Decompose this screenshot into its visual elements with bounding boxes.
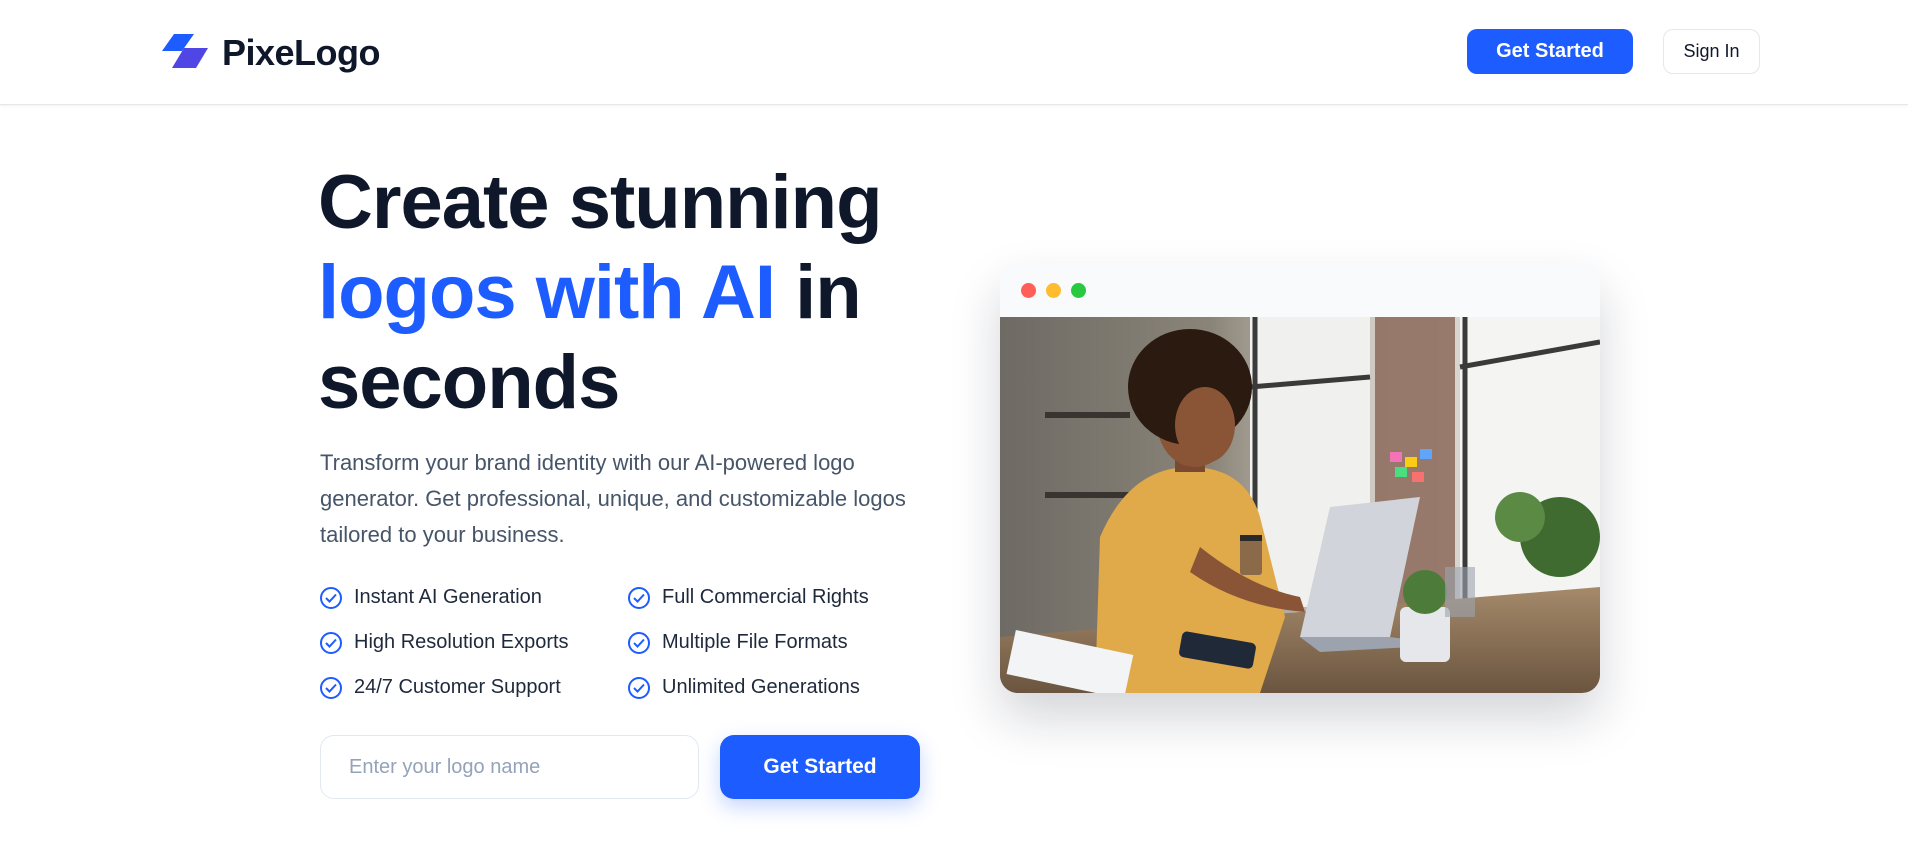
browser-titlebar: [1000, 263, 1600, 317]
check-circle-icon: [628, 631, 650, 654]
feature-item: Full Commercial Rights: [628, 582, 928, 613]
feature-item: Instant AI Generation: [320, 582, 628, 613]
brand-name: PixeLogo: [222, 32, 381, 73]
brand-logo[interactable]: PixeLogo: [160, 32, 381, 74]
feature-item: Unlimited Generations: [628, 672, 928, 703]
site-header: PixeLogo Get Started Sign In: [0, 0, 1908, 105]
hero-headline: Create stunning logos with AI in seconds: [318, 158, 918, 428]
woman-laptop-photo: [1000, 317, 1600, 693]
check-circle-icon: [320, 676, 342, 699]
check-circle-icon: [628, 586, 650, 609]
window-minimize-dot: [1046, 283, 1061, 298]
headline-part3: seconds: [318, 340, 620, 425]
feature-list: Instant AI Generation Full Commercial Ri…: [320, 582, 940, 703]
feature-label: Unlimited Generations: [662, 676, 860, 698]
feature-label: 24/7 Customer Support: [354, 676, 561, 698]
check-circle-icon: [320, 631, 342, 654]
hero-subtext: Transform your brand identity with our A…: [320, 450, 906, 547]
feature-label: High Resolution Exports: [354, 631, 569, 653]
logo-name-input[interactable]: [320, 735, 699, 799]
logo-mark-icon: [160, 34, 210, 72]
header-get-started-button[interactable]: Get Started: [1467, 29, 1633, 74]
feature-label: Instant AI Generation: [354, 586, 542, 608]
check-circle-icon: [320, 586, 342, 609]
headline-part2: in: [775, 250, 862, 335]
feature-item: Multiple File Formats: [628, 627, 928, 658]
check-circle-icon: [628, 676, 650, 699]
sign-in-button[interactable]: Sign In: [1663, 29, 1760, 74]
headline-accent: logos with AI: [318, 250, 776, 335]
hero-get-started-button[interactable]: Get Started: [720, 735, 920, 799]
feature-item: High Resolution Exports: [320, 627, 628, 658]
browser-mockup: [1000, 263, 1600, 693]
feature-item: 24/7 Customer Support: [320, 672, 628, 703]
feature-label: Multiple File Formats: [662, 631, 848, 653]
feature-label: Full Commercial Rights: [662, 586, 869, 608]
window-maximize-dot: [1071, 283, 1086, 298]
headline-part1: Create stunning: [318, 160, 882, 245]
window-close-dot: [1021, 283, 1036, 298]
